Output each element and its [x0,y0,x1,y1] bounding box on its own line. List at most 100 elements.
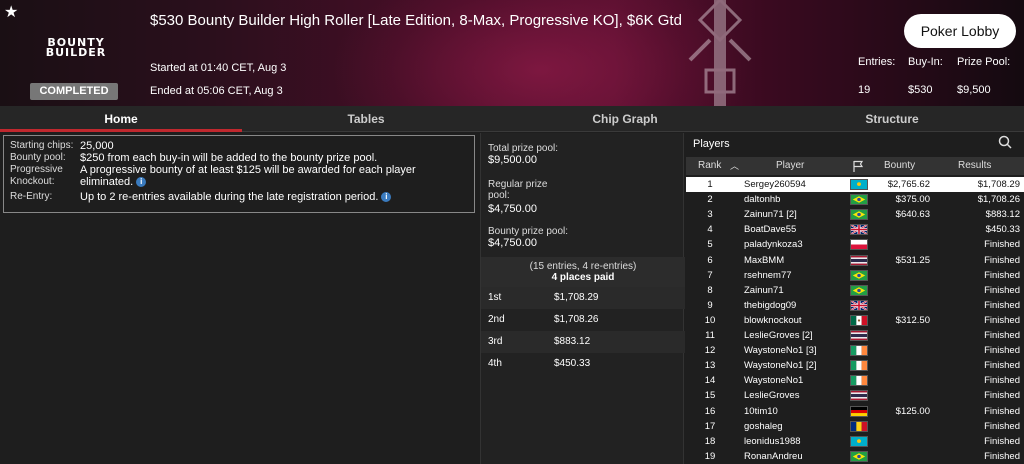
player-row[interactable]: 8 Zainun71 Finished [686,283,1024,298]
player-row[interactable]: 14 WaystoneNo1 Finished [686,373,1024,388]
player-rank: 1 [707,179,713,190]
ireland-flag-icon [850,375,868,387]
tab-structure[interactable]: Structure [760,106,1024,132]
player-name: WaystoneNo1 [2] [744,360,817,372]
places-paid-header: (15 entries, 4 re-entries) 4 places paid [481,257,685,289]
player-rank: 18 [704,435,716,447]
player-result: Finished [984,450,1020,462]
player-name: RonanAndreu [744,450,803,462]
player-result: Finished [984,375,1020,387]
uk-flag-icon [850,299,868,311]
player-rank: 4 [707,224,713,236]
player-rank: 8 [707,284,713,296]
player-name: leonidus1988 [744,435,801,447]
player-result: $1,708.29 [977,179,1020,190]
player-rank: 11 [705,330,715,341]
info-icon[interactable]: i [381,192,392,203]
player-row[interactable]: 18 leonidus1988 Finished [686,434,1024,449]
player-name: blowknockout [744,314,802,326]
starting-chips-row: Starting chips: 25,000 [10,140,114,152]
tab-tables[interactable]: Tables [242,106,490,132]
player-row[interactable]: 2 daltonhb $375.00 $1,708.26 [686,192,1024,207]
player-row[interactable]: 17 goshaleg Finished [686,419,1024,434]
player-name: daltonhb [744,194,781,206]
favorite-star-icon[interactable]: ★ [4,2,18,22]
player-row[interactable]: 16 10tim10 $125.00 Finished [686,404,1024,419]
player-row[interactable]: 3 Zainun71 [2] $640.63 $883.12 [686,207,1024,222]
player-rank: 5 [707,239,713,251]
player-rank: 15 [704,390,716,402]
player-row[interactable]: 1 Sergey260594 $2,765.62 $1,708.29 [686,177,1024,192]
player-name: Sergey260594 [744,179,806,190]
player-name: thebigdog09 [744,299,797,311]
player-name: rsehnem77 [744,269,792,281]
poker-lobby-button[interactable]: Poker Lobby [904,14,1016,48]
mexico-flag-icon [850,314,868,326]
player-result: Finished [984,284,1020,296]
rank-column-header[interactable]: Rank [698,157,721,175]
entries-note: (15 entries, 4 re-entries) [529,261,637,272]
player-row[interactable]: 6 MaxBMM $531.25 Finished [686,253,1024,268]
player-result: Finished [984,269,1020,281]
player-rank: 13 [704,360,716,372]
place-row: 3rd $883.12 [481,331,685,353]
player-result: $883.12 [985,209,1020,221]
bounty-builder-logo: BOUNTY BUILDER [45,36,107,59]
player-row[interactable]: 12 WaystoneNo1 [3] Finished [686,343,1024,358]
player-result: Finished [984,330,1020,341]
player-name: LeslieGroves [2] [744,330,813,341]
player-rank: 7 [707,269,713,281]
player-row[interactable]: 9 thebigdog09 Finished [686,298,1024,313]
results-column-header[interactable]: Results [958,157,991,175]
regular-prize-value: $4,750.00 [488,203,537,215]
tab-home[interactable]: Home [0,106,242,132]
player-name: LeslieGroves [744,390,800,402]
players-table-header: Rank ︿ Player Bounty Results [686,157,1024,175]
player-result: Finished [984,435,1020,447]
player-bounty: $312.50 [895,314,930,326]
player-name: goshaleg [744,420,783,432]
sort-ascending-icon[interactable]: ︿ [730,157,739,175]
place-row: 1st $1,708.29 [481,287,685,309]
tournament-header: ★ BOUNTY BUILDER COMPLETED $530 Bounty Bu… [0,0,1024,106]
player-result: $450.33 [985,224,1020,236]
bounty-column-header[interactable]: Bounty [884,157,915,175]
thailand-flag-icon [850,330,868,341]
romania-flag-icon [850,420,868,432]
bounty-pool-row: Bounty pool: $250 from each buy-in will … [10,152,378,164]
player-row[interactable]: 10 blowknockout $312.50 Finished [686,313,1024,328]
player-row[interactable]: 11 LeslieGroves [2] Finished [686,328,1024,343]
started-time: Started at 01:40 CET, Aug 3 [150,62,287,74]
player-row[interactable]: 4 BoatDave55 $450.33 [686,222,1024,237]
player-rank: 12 [704,345,716,357]
player-name: paladynkoza3 [744,239,803,251]
player-result: Finished [984,299,1020,311]
thailand-flag-icon [850,390,868,402]
info-icon[interactable]: i [136,177,147,188]
player-rank: 19 [704,450,716,462]
player-row[interactable]: 7 rsehnem77 Finished [686,268,1024,283]
player-rank: 2 [707,194,713,206]
header-totem-art [688,0,752,106]
uk-flag-icon [850,224,868,236]
player-name: BoatDave55 [744,224,797,236]
flag-column-icon[interactable] [852,160,864,172]
status-badge: COMPLETED [30,83,118,100]
search-icon[interactable] [998,135,1012,149]
player-row[interactable]: 13 WaystoneNo1 [2] Finished [686,358,1024,373]
prize-pool-panel: Total prize pool: $9,500.00 Regular priz… [480,133,685,464]
thailand-flag-icon [850,254,868,266]
player-column-header[interactable]: Player [776,157,804,175]
brazil-flag-icon [850,450,868,462]
player-row[interactable]: 5 paladynkoza3 Finished [686,237,1024,252]
tab-chip-graph[interactable]: Chip Graph [500,106,750,132]
regular-prize-label: Regular prize pool: [488,179,548,201]
bounty-prize-label: Bounty prize pool: [488,226,569,237]
kazakhstan-flag-icon [850,435,868,447]
bounty-prize-value: $4,750.00 [488,237,537,249]
player-bounty: $375.00 [895,194,930,206]
player-row[interactable]: 15 LeslieGroves Finished [686,388,1024,403]
kazakhstan-flag-icon [850,179,868,190]
player-row[interactable]: 19 RonanAndreu Finished [686,449,1024,464]
germany-flag-icon [850,405,868,417]
